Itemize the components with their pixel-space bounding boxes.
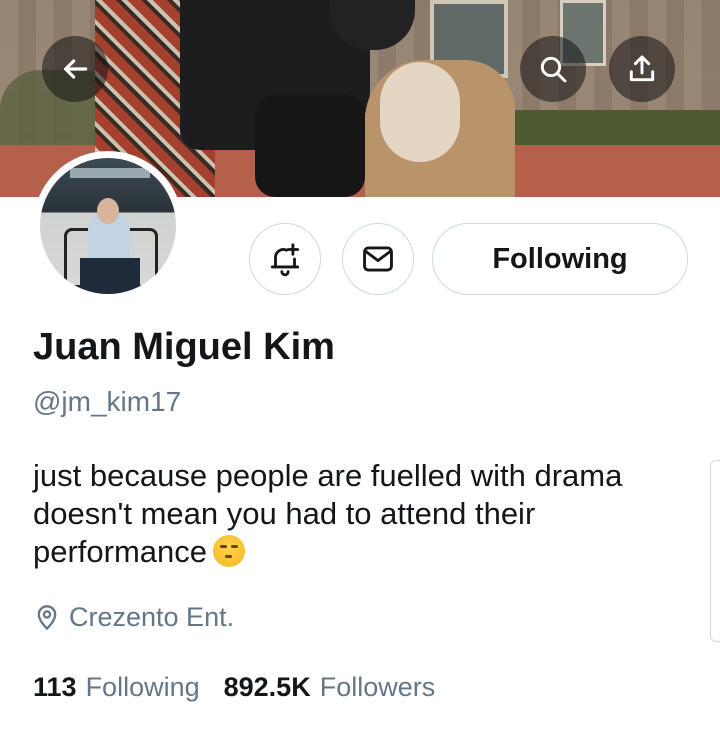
- following-label: Following: [85, 672, 200, 702]
- banner-person-leg: [255, 95, 365, 197]
- notifications-button[interactable]: [249, 223, 321, 295]
- message-button[interactable]: [342, 223, 414, 295]
- mail-icon: [363, 246, 393, 272]
- avatar-photo-legs: [80, 258, 140, 294]
- location-text: Crezento Ent.: [69, 602, 235, 632]
- smirking-face-emoji: [213, 535, 246, 567]
- share-upload-icon: [629, 55, 655, 82]
- arrow-left-icon: [64, 59, 88, 79]
- share-button[interactable]: [609, 36, 675, 102]
- bio: just because people are fuelled with dra…: [33, 457, 703, 571]
- bell-plus-icon: [270, 243, 300, 277]
- bio-text: just because people are fuelled with dra…: [33, 458, 623, 569]
- search-icon: [540, 56, 567, 83]
- following-stat[interactable]: 113 Following: [33, 672, 200, 703]
- following-count: 113: [33, 672, 77, 702]
- scrollbar[interactable]: [710, 460, 720, 642]
- avatar-photo-face: [97, 198, 119, 224]
- avatar[interactable]: [33, 151, 183, 301]
- avatar-photo-lamp: [70, 168, 150, 178]
- followers-stat[interactable]: 892.5K Followers: [224, 672, 436, 703]
- map-pin-icon: [37, 604, 57, 630]
- display-name: Juan Miguel Kim: [33, 326, 335, 368]
- location: Crezento Ent.: [33, 602, 234, 633]
- back-button[interactable]: [42, 36, 108, 102]
- following-button[interactable]: Following: [432, 223, 688, 295]
- banner-dog-face: [380, 62, 460, 162]
- user-handle: @jm_kim17: [33, 386, 182, 417]
- banner-hedge: [480, 110, 720, 150]
- profile-stats: 113 Following 892.5K Followers: [33, 672, 459, 703]
- followers-label: Followers: [319, 672, 436, 702]
- avatar-photo: [40, 158, 176, 294]
- search-button[interactable]: [520, 36, 586, 102]
- followers-count: 892.5K: [223, 672, 311, 702]
